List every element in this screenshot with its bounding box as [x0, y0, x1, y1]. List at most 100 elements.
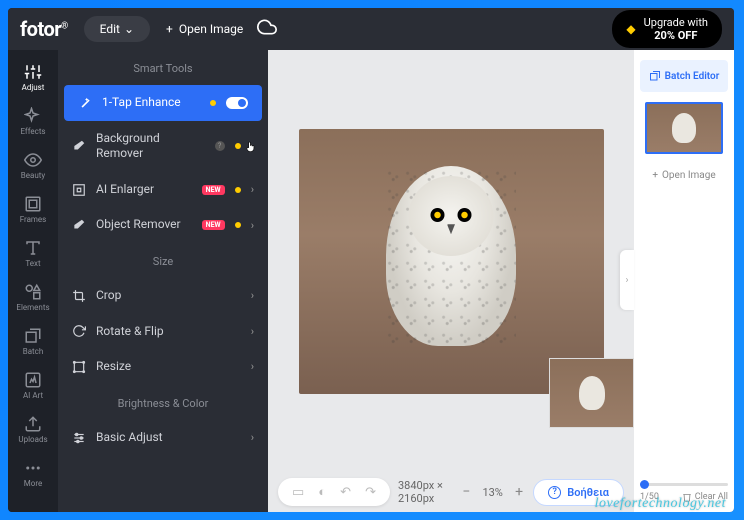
plus-icon: + [652, 170, 658, 181]
sidebar-item-uploads[interactable]: Uploads [10, 408, 56, 450]
more-icon [24, 459, 42, 477]
sidebar-item-batch[interactable]: Batch [10, 320, 56, 362]
tool-basic-adjust[interactable]: Basic Adjust › [58, 420, 268, 456]
sidebar-item-text[interactable]: Text [10, 232, 56, 274]
bottom-toolbar: ▭ ◐ ↶ ↷ 3840px × 2160px − 13% + ? Βοήθει… [268, 472, 634, 512]
sidebar-label: Uploads [18, 435, 47, 444]
compare-icon[interactable]: ▭ [292, 485, 304, 500]
sidebar-label: Text [25, 259, 40, 268]
cloud-icon [257, 17, 277, 37]
thumbnail-size-slider[interactable] [640, 483, 728, 486]
chevron-down-icon: ⌄ [124, 22, 134, 36]
tool-object-remover[interactable]: Object Remover NEW › [58, 207, 268, 243]
split-icon[interactable]: ◐ [318, 484, 326, 500]
redo-button[interactable]: ↷ [365, 485, 376, 500]
chevron-right-icon: › [251, 289, 254, 302]
aiart-icon [24, 371, 42, 389]
sidebar-item-frames[interactable]: Frames [10, 188, 56, 230]
info-dot-icon: ? [215, 141, 225, 151]
chevron-right-icon: › [251, 360, 254, 373]
canvas-area: ▭ ◐ ↶ ↷ 3840px × 2160px − 13% + ? Βοήθει… [268, 50, 634, 512]
clear-all-button[interactable]: Clear All [682, 492, 728, 502]
tool-label: Basic Adjust [96, 430, 241, 446]
tool-label: Rotate & Flip [96, 324, 241, 340]
uploads-icon [24, 415, 42, 433]
sidebar-label: AI Art [23, 391, 43, 400]
section-header-smart: Smart Tools [58, 50, 268, 85]
enlarger-icon [72, 183, 86, 197]
filmstrip-thumbnail[interactable] [549, 358, 634, 428]
open-image-right-button[interactable]: + Open Image [646, 164, 721, 187]
frames-icon [24, 195, 42, 213]
tool-crop[interactable]: Crop › [58, 278, 268, 314]
canvas-viewport[interactable] [268, 50, 634, 472]
main-image[interactable] [299, 129, 604, 394]
expand-right-panel-button[interactable]: › [620, 250, 634, 310]
new-badge: NEW [202, 220, 225, 230]
tool-label: Object Remover [96, 217, 192, 233]
tool-resize[interactable]: Resize › [58, 349, 268, 385]
sidebar-item-beauty[interactable]: Beauty [10, 144, 56, 186]
batch-icon [649, 70, 661, 82]
premium-dot-icon [235, 143, 241, 149]
tools-panel: Smart Tools 1-Tap Enhance Background Rem… [58, 50, 268, 512]
help-icon: ? [548, 486, 561, 499]
tool-rotate[interactable]: Rotate & Flip › [58, 314, 268, 350]
sidebar-item-elements[interactable]: Elements [10, 276, 56, 318]
help-button[interactable]: ? Βοήθεια [533, 479, 624, 506]
section-header-size: Size [58, 243, 268, 278]
sidebar-item-adjust[interactable]: Adjust [10, 56, 56, 98]
zoom-in-button[interactable]: + [513, 482, 525, 502]
batch-editor-button[interactable]: Batch Editor [640, 60, 728, 92]
sidebar-label: Batch [23, 347, 44, 356]
chevron-right-icon: › [251, 140, 254, 153]
right-thumbnail[interactable] [645, 102, 723, 154]
chevron-right-icon: › [251, 431, 254, 444]
dimensions-label: 3840px × 2160px [398, 479, 450, 505]
elements-icon [24, 283, 42, 301]
plus-icon: + [166, 22, 173, 36]
enhance-toggle[interactable] [226, 97, 248, 109]
new-badge: NEW [202, 185, 225, 195]
chevron-right-icon: › [251, 325, 254, 338]
logo: fotor® [20, 17, 68, 41]
tool-ai-enlarger[interactable]: AI Enlarger NEW › [58, 172, 268, 208]
tool-label: Crop [96, 288, 241, 304]
tool-label: Resize [96, 359, 241, 375]
right-panel: › Batch Editor + Open Image 1/50 Clear A… [634, 50, 734, 512]
crop-icon [72, 289, 86, 303]
sliders-icon [72, 431, 86, 445]
zoom-out-button[interactable]: − [460, 482, 472, 502]
history-controls: ▭ ◐ ↶ ↷ [278, 478, 390, 506]
upgrade-button[interactable]: ◆ Upgrade with20% OFF [612, 10, 722, 48]
diamond-icon: ◆ [626, 22, 635, 36]
open-image-button[interactable]: + Open Image [166, 22, 243, 36]
chevron-right-icon: › [251, 219, 254, 232]
tool-bg-remover[interactable]: Background Remover ? › [58, 121, 268, 172]
trash-icon [682, 492, 692, 502]
undo-button[interactable]: ↶ [340, 485, 351, 500]
wand-icon [78, 96, 92, 110]
text-icon [24, 239, 42, 257]
sidebar-label: Effects [20, 127, 45, 136]
cloud-button[interactable] [257, 17, 277, 41]
zoom-controls: 3840px × 2160px − 13% + [398, 479, 525, 505]
page-indicator: 1/50 [640, 492, 659, 502]
sidebar-item-more[interactable]: More [10, 452, 56, 494]
sidebar-label: More [24, 479, 42, 488]
tool-1tap-enhance[interactable]: 1-Tap Enhance [64, 85, 262, 121]
adjust-icon [24, 63, 42, 81]
premium-dot-icon [235, 187, 241, 193]
sidebar-item-aiart[interactable]: AI Art [10, 364, 56, 406]
edit-dropdown[interactable]: Edit ⌄ [84, 16, 150, 42]
section-header-brightness: Brightness & Color [58, 385, 268, 420]
eraser-icon [72, 139, 86, 153]
sidebar-item-effects[interactable]: Effects [10, 100, 56, 142]
chevron-right-icon: › [251, 183, 254, 196]
sidebar-label: Frames [20, 215, 47, 224]
tool-label: 1-Tap Enhance [102, 95, 200, 111]
sidebar-label: Beauty [21, 171, 45, 180]
tool-label: AI Enlarger [96, 182, 192, 198]
premium-dot-icon [210, 100, 216, 106]
left-sidebar: Adjust Effects Beauty Frames Text Elemen… [8, 50, 58, 512]
